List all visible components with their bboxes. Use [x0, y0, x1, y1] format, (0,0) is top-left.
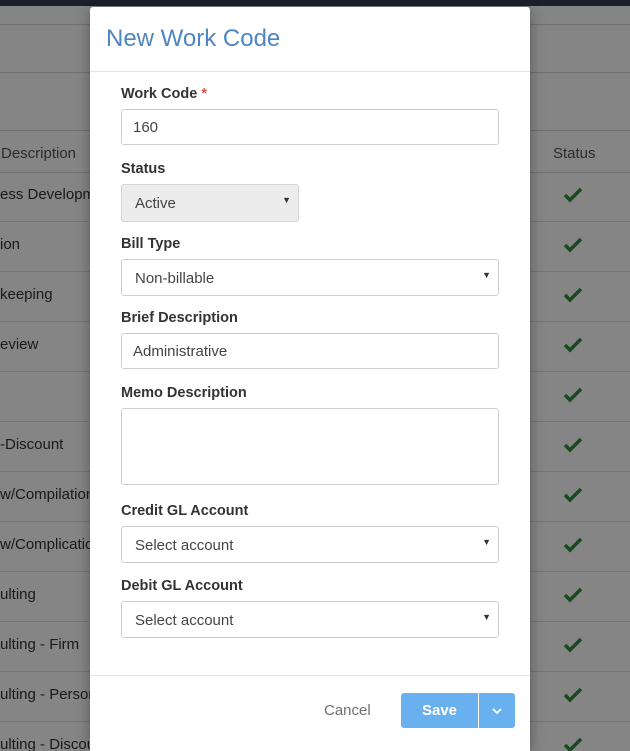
- debit-gl-select[interactable]: Select account ▼: [121, 601, 499, 638]
- caret-down-icon: ▼: [282, 195, 291, 205]
- bill-type-field: Bill Type Non-billable ▼: [121, 236, 499, 296]
- work-code-field: Work Code *: [121, 86, 499, 145]
- dialog-header: New Work Code: [90, 7, 530, 72]
- caret-down-icon: ▼: [482, 537, 491, 547]
- status-select-value: Active: [135, 195, 176, 212]
- debit-gl-field: Debit GL Account Select account ▼: [121, 578, 499, 638]
- required-mark: *: [201, 86, 207, 102]
- bill-type-select[interactable]: Non-billable ▼: [121, 259, 499, 296]
- memo-description-field: Memo Description: [121, 385, 499, 485]
- memo-description-textarea[interactable]: [121, 408, 499, 485]
- credit-gl-select[interactable]: Select account ▼: [121, 526, 499, 563]
- status-select: Active ▼: [121, 184, 299, 222]
- credit-gl-select-value: Select account: [135, 537, 234, 554]
- caret-down-icon: ▼: [482, 612, 491, 622]
- cancel-button[interactable]: Cancel: [324, 702, 371, 719]
- brief-description-field: Brief Description: [121, 310, 499, 369]
- save-options-toggle[interactable]: [479, 693, 515, 728]
- bill-type-label: Bill Type: [121, 236, 181, 252]
- work-code-input[interactable]: [121, 109, 499, 145]
- brief-description-input[interactable]: [121, 333, 499, 369]
- bill-type-select-value: Non-billable: [135, 270, 215, 287]
- caret-down-icon: ▼: [482, 270, 491, 280]
- chevron-down-icon: [492, 707, 502, 714]
- debit-gl-label: Debit GL Account: [121, 578, 243, 594]
- status-label: Status: [121, 161, 166, 177]
- debit-gl-select-value: Select account: [135, 612, 234, 629]
- memo-description-label: Memo Description: [121, 385, 247, 401]
- save-button[interactable]: Save: [401, 693, 478, 728]
- dialog-title: New Work Code: [106, 25, 281, 52]
- new-work-code-dialog: New Work Code Work Code * Status Active …: [90, 7, 530, 751]
- status-field: Status Active ▼: [121, 161, 499, 222]
- credit-gl-label: Credit GL Account: [121, 503, 249, 519]
- credit-gl-field: Credit GL Account Select account ▼: [121, 503, 499, 563]
- work-code-label: Work Code *: [121, 86, 499, 102]
- brief-description-label: Brief Description: [121, 310, 238, 326]
- work-code-label-text: Work Code: [121, 86, 198, 102]
- dialog-footer: Cancel Save: [90, 675, 530, 751]
